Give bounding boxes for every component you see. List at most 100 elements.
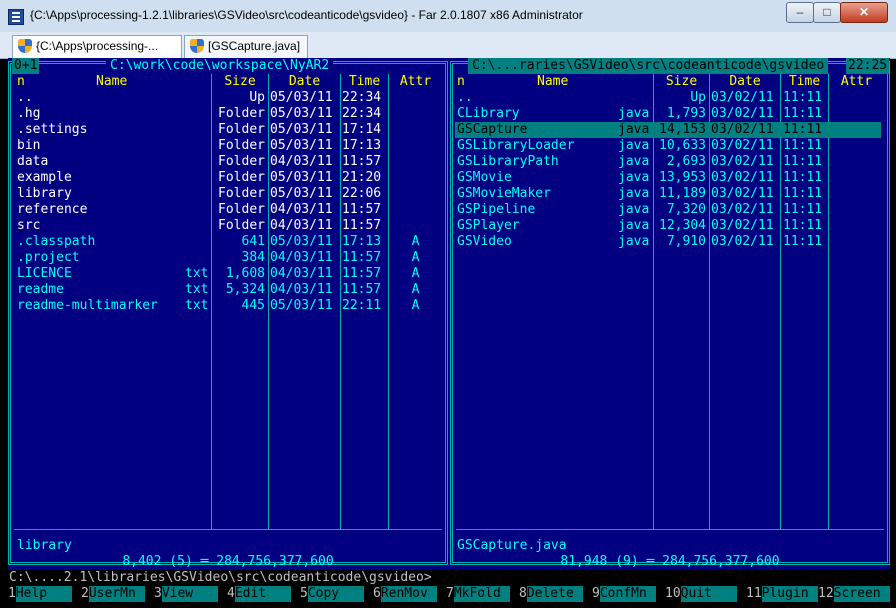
tab-console-panels[interactable]: {C:\Apps\processing-... [12,35,182,58]
header-n[interactable]: n [17,74,25,90]
file-time: 11:11 [783,106,823,121]
tab-label: [GSCapture.java] [208,39,301,53]
file-size: 11,189 [659,186,706,201]
file-time: 11:57 [342,266,382,281]
file-date: 05/03/11 [270,138,333,153]
clock: 22:25 [846,58,890,74]
header-name[interactable]: Name [96,74,127,90]
file-attr: A [411,298,420,313]
file-ext: java [618,170,650,185]
key-f5-copy[interactable]: 5Copy [300,586,364,602]
tab-editor-gscapture[interactable]: [GSCapture.java] [184,35,308,58]
file-attr: A [411,234,420,249]
file-time: 22:34 [342,90,382,105]
right-panel-summary: 81,948 (9) ═ 284,756,377,600 [560,554,780,569]
file-date: 04/03/11 [270,250,333,265]
header-date[interactable]: Date [269,74,340,90]
file-time: 17:14 [342,122,382,137]
header-n[interactable]: n [457,74,465,90]
key-f10-quit[interactable]: 10Quit [665,586,737,602]
file-size: Folder [218,138,265,153]
file-date: 03/02/11 [711,186,774,201]
file-date: 03/02/11 [711,90,774,105]
file-size: 7,320 [666,202,706,217]
right-current-file: GSCapture.java [457,538,567,553]
file-name: GSPlayer [457,218,520,233]
file-date: 05/03/11 [270,298,333,313]
header-attr[interactable]: Attr [829,74,884,90]
file-name: readme-multimarker [17,298,158,313]
file-size: Folder [218,186,265,201]
admin-shield-icon [190,39,204,53]
right-panel-path[interactable]: C:\...raries\GSVideo\src\codeanticode\gs… [468,58,829,74]
header-attr[interactable]: Attr [389,74,442,90]
file-size: Up [690,90,706,105]
file-date: 05/03/11 [270,122,333,137]
function-key-bar: 1Help 2UserMn 3View 4Edit 5Copy 6RenMov … [8,586,890,602]
file-ext: txt [185,266,209,281]
header-size[interactable]: Size [654,74,709,90]
file-time: 22:34 [342,106,382,121]
file-name: .. [17,90,33,105]
window-title: {C:\Apps\processing-1.2.1\libraries\GSVi… [30,8,583,22]
file-time: 11:11 [783,122,823,137]
header-size[interactable]: Size [212,74,268,90]
file-ext: txt [185,298,209,313]
file-attr: A [411,250,420,265]
file-ext: java [618,218,650,233]
file-date: 03/02/11 [711,202,774,217]
key-f9-confmn[interactable]: 9ConfMn [592,586,656,602]
header-date[interactable]: Date [710,74,780,90]
header-time[interactable]: Time [341,74,388,90]
header-time[interactable]: Time [781,74,828,90]
file-name: .classpath [17,234,96,249]
file-ext: java [618,122,650,137]
panel-status-divider [456,529,884,530]
file-time: 22:11 [342,298,382,313]
left-panel-path[interactable]: C:\work\code\workspace\NyAR2 [106,58,334,74]
file-name: .hg [17,106,41,121]
file-size: 1,608 [225,266,265,281]
console-tab-bar: {C:\Apps\processing-... [GSCapture.java]… [0,32,896,86]
key-f6-renmov[interactable]: 6RenMov [373,586,437,602]
file-time: 11:57 [342,218,382,233]
key-f3-view[interactable]: 3View [154,586,218,602]
header-name[interactable]: Name [537,74,568,90]
file-size: 1,793 [666,106,706,121]
file-date: 03/02/11 [711,122,774,137]
key-f11-plugin[interactable]: 11Plugin [746,586,818,602]
file-attr: A [411,282,420,297]
key-f2-usermenu[interactable]: 2UserMn [81,586,145,602]
key-f4-edit[interactable]: 4Edit [227,586,291,602]
file-date: 04/03/11 [270,266,333,281]
file-name: .project [17,250,80,265]
file-time: 11:57 [342,202,382,217]
key-f8-delete[interactable]: 8Delete [519,586,583,602]
file-time: 11:11 [783,202,823,217]
command-line[interactable]: C:\....2.1\libraries\GSVideo\src\codeant… [8,570,890,586]
maximize-button[interactable]: □ [813,2,841,23]
file-date: 03/02/11 [711,170,774,185]
key-f12-screen[interactable]: 12Screen [818,586,890,602]
minimize-button[interactable]: – [786,2,814,23]
admin-shield-icon [18,39,32,53]
column-divider [780,74,781,529]
far-manager-app-icon[interactable] [8,9,24,25]
key-f1-help[interactable]: 1Help [8,586,72,602]
file-date: 04/03/11 [270,282,333,297]
file-name: GSLibraryPath [457,154,559,169]
file-time: 11:11 [783,154,823,169]
panel-mode-marker[interactable]: 0+1 [12,58,40,74]
file-time: 11:57 [342,282,382,297]
file-size: 445 [241,298,265,313]
column-divider [828,74,829,529]
file-size: 14,153 [659,122,706,137]
key-f7-mkfold[interactable]: 7MkFold [446,586,510,602]
file-date: 05/03/11 [270,106,333,121]
file-time: 11:11 [783,186,823,201]
file-size: Folder [218,202,265,217]
file-name: reference [17,202,88,217]
close-button[interactable]: ✕ [840,2,888,23]
command-prompt: C:\....2.1\libraries\GSVideo\src\codeant… [9,570,432,585]
file-time: 11:11 [783,138,823,153]
